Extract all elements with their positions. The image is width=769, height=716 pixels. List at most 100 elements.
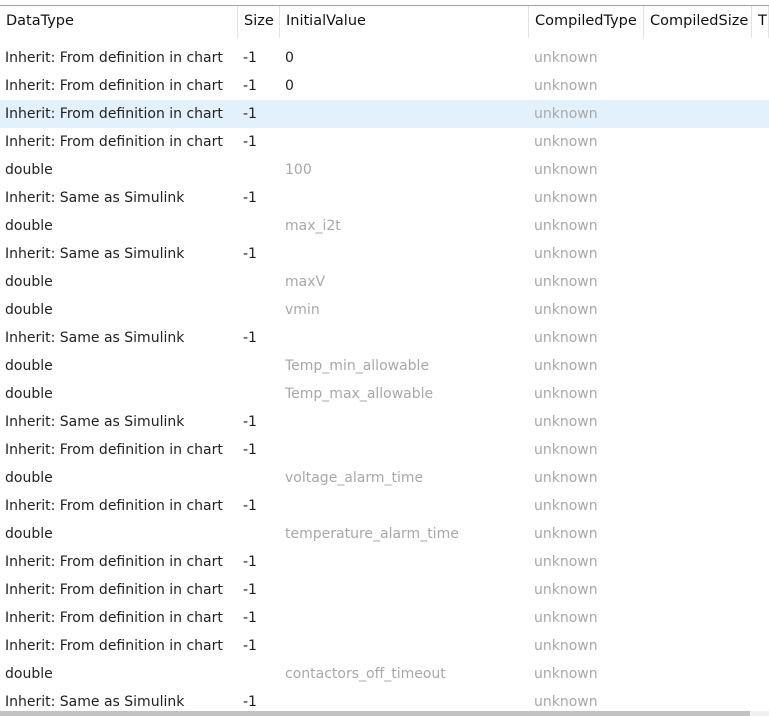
table-row[interactable]: Inherit: Same as Simulink -1 unknown xyxy=(0,240,769,268)
compiled-type-cell[interactable]: unknown xyxy=(529,604,644,632)
compiled-size-cell[interactable] xyxy=(644,324,752,352)
datatype-cell[interactable]: double xyxy=(0,464,238,492)
extra-cell[interactable] xyxy=(752,296,769,324)
initial-value-cell[interactable]: 100 xyxy=(280,156,529,184)
compiled-type-cell[interactable]: unknown xyxy=(529,100,644,128)
initial-value-cell[interactable] xyxy=(280,576,529,604)
compiled-type-cell[interactable]: unknown xyxy=(529,464,644,492)
table-row[interactable]: double maxV unknown xyxy=(0,268,769,296)
extra-cell[interactable] xyxy=(752,380,769,408)
size-cell[interactable] xyxy=(238,380,280,408)
table-row[interactable]: Inherit: Same as Simulink -1 unknown xyxy=(0,408,769,436)
compiled-type-cell[interactable]: unknown xyxy=(529,632,644,660)
initial-value-cell[interactable]: 0 xyxy=(280,72,529,100)
compiled-type-cell[interactable]: unknown xyxy=(529,44,644,72)
size-cell[interactable]: -1 xyxy=(238,408,280,436)
datatype-cell[interactable]: Inherit: From definition in chart xyxy=(0,128,238,156)
compiled-size-cell[interactable] xyxy=(644,660,752,688)
compiled-type-cell[interactable]: unknown xyxy=(529,324,644,352)
datatype-cell[interactable]: Inherit: Same as Simulink xyxy=(0,408,238,436)
compiled-size-cell[interactable] xyxy=(644,268,752,296)
compiled-type-cell[interactable]: unknown xyxy=(529,408,644,436)
extra-cell[interactable] xyxy=(752,184,769,212)
column-header-datatype[interactable]: DataType xyxy=(0,6,238,38)
extra-cell[interactable] xyxy=(752,100,769,128)
size-cell[interactable] xyxy=(238,268,280,296)
initial-value-cell[interactable] xyxy=(280,100,529,128)
initial-value-cell[interactable] xyxy=(280,128,529,156)
extra-cell[interactable] xyxy=(752,72,769,100)
compiled-size-cell[interactable] xyxy=(644,464,752,492)
column-header-compiledtype[interactable]: CompiledType xyxy=(529,6,644,38)
compiled-type-cell[interactable]: unknown xyxy=(529,520,644,548)
size-cell[interactable]: -1 xyxy=(238,44,280,72)
table-row[interactable]: Inherit: From definition in chart -1 unkno… xyxy=(0,576,769,604)
size-cell[interactable]: -1 xyxy=(238,436,280,464)
initial-value-cell[interactable]: max_i2t xyxy=(280,212,529,240)
size-cell[interactable]: -1 xyxy=(238,492,280,520)
extra-cell[interactable] xyxy=(752,352,769,380)
table-row[interactable]: double vmin unknown xyxy=(0,296,769,324)
table-row[interactable]: Inherit: From definition in chart -1 unkno… xyxy=(0,492,769,520)
compiled-type-cell[interactable]: unknown xyxy=(529,240,644,268)
table-row[interactable]: Inherit: From definition in chart -1 unkno… xyxy=(0,436,769,464)
initial-value-cell[interactable] xyxy=(280,604,529,632)
extra-cell[interactable] xyxy=(752,464,769,492)
table-row[interactable]: Inherit: From definition in chart -1 unkno… xyxy=(0,632,769,660)
column-header-t[interactable]: T xyxy=(752,6,769,38)
compiled-type-cell[interactable]: unknown xyxy=(529,72,644,100)
datatype-cell[interactable]: Inherit: From definition in chart xyxy=(0,604,238,632)
initial-value-cell[interactable] xyxy=(280,436,529,464)
extra-cell[interactable] xyxy=(752,240,769,268)
datatype-cell[interactable]: Inherit: From definition in chart xyxy=(0,492,238,520)
table-row[interactable]: Inherit: From definition in chart -1 0 unkn… xyxy=(0,72,769,100)
datatype-cell[interactable]: Inherit: From definition in chart xyxy=(0,72,238,100)
size-cell[interactable] xyxy=(238,212,280,240)
extra-cell[interactable] xyxy=(752,44,769,72)
initial-value-cell[interactable] xyxy=(280,324,529,352)
compiled-size-cell[interactable] xyxy=(644,44,752,72)
scrollbar-thumb[interactable] xyxy=(0,711,750,716)
compiled-size-cell[interactable] xyxy=(644,100,752,128)
size-cell[interactable]: -1 xyxy=(238,632,280,660)
size-cell[interactable] xyxy=(238,660,280,688)
table-row[interactable]: double Temp_max_allowable unknown xyxy=(0,380,769,408)
table-row[interactable]: double temperature_alarm_time unknown xyxy=(0,520,769,548)
datatype-cell[interactable]: double xyxy=(0,660,238,688)
table-row[interactable]: Inherit: From definition in chart -1 0 unkn… xyxy=(0,44,769,72)
extra-cell[interactable] xyxy=(752,604,769,632)
datatype-cell[interactable]: Inherit: From definition in chart xyxy=(0,632,238,660)
size-cell[interactable]: -1 xyxy=(238,128,280,156)
initial-value-cell[interactable]: temperature_alarm_time xyxy=(280,520,529,548)
initial-value-cell[interactable]: vmin xyxy=(280,296,529,324)
size-cell[interactable] xyxy=(238,464,280,492)
compiled-size-cell[interactable] xyxy=(644,212,752,240)
compiled-size-cell[interactable] xyxy=(644,576,752,604)
datatype-cell[interactable]: Inherit: From definition in chart xyxy=(0,576,238,604)
table-row[interactable]: double voltage_alarm_time unknown xyxy=(0,464,769,492)
extra-cell[interactable] xyxy=(752,324,769,352)
table-row[interactable]: Inherit: From definition in chart -1 unkno… xyxy=(0,548,769,576)
compiled-type-cell[interactable]: unknown xyxy=(529,296,644,324)
extra-cell[interactable] xyxy=(752,408,769,436)
datatype-cell[interactable]: double xyxy=(0,352,238,380)
initial-value-cell[interactable]: maxV xyxy=(280,268,529,296)
compiled-size-cell[interactable] xyxy=(644,128,752,156)
datatype-cell[interactable]: Inherit: Same as Simulink xyxy=(0,324,238,352)
compiled-size-cell[interactable] xyxy=(644,548,752,576)
datatype-cell[interactable]: double xyxy=(0,268,238,296)
datatype-cell[interactable]: Inherit: Same as Simulink xyxy=(0,240,238,268)
compiled-size-cell[interactable] xyxy=(644,156,752,184)
extra-cell[interactable] xyxy=(752,548,769,576)
table-row[interactable]: double Temp_min_allowable unknown xyxy=(0,352,769,380)
size-cell[interactable] xyxy=(238,352,280,380)
size-cell[interactable]: -1 xyxy=(238,324,280,352)
datatype-cell[interactable]: double xyxy=(0,380,238,408)
size-cell[interactable]: -1 xyxy=(238,576,280,604)
table-row[interactable]: Inherit: From definition in chart -1 unkno… xyxy=(0,128,769,156)
initial-value-cell[interactable]: voltage_alarm_time xyxy=(280,464,529,492)
compiled-size-cell[interactable] xyxy=(644,492,752,520)
compiled-type-cell[interactable]: unknown xyxy=(529,492,644,520)
size-cell[interactable]: -1 xyxy=(238,72,280,100)
datatype-cell[interactable]: Inherit: From definition in chart xyxy=(0,100,238,128)
